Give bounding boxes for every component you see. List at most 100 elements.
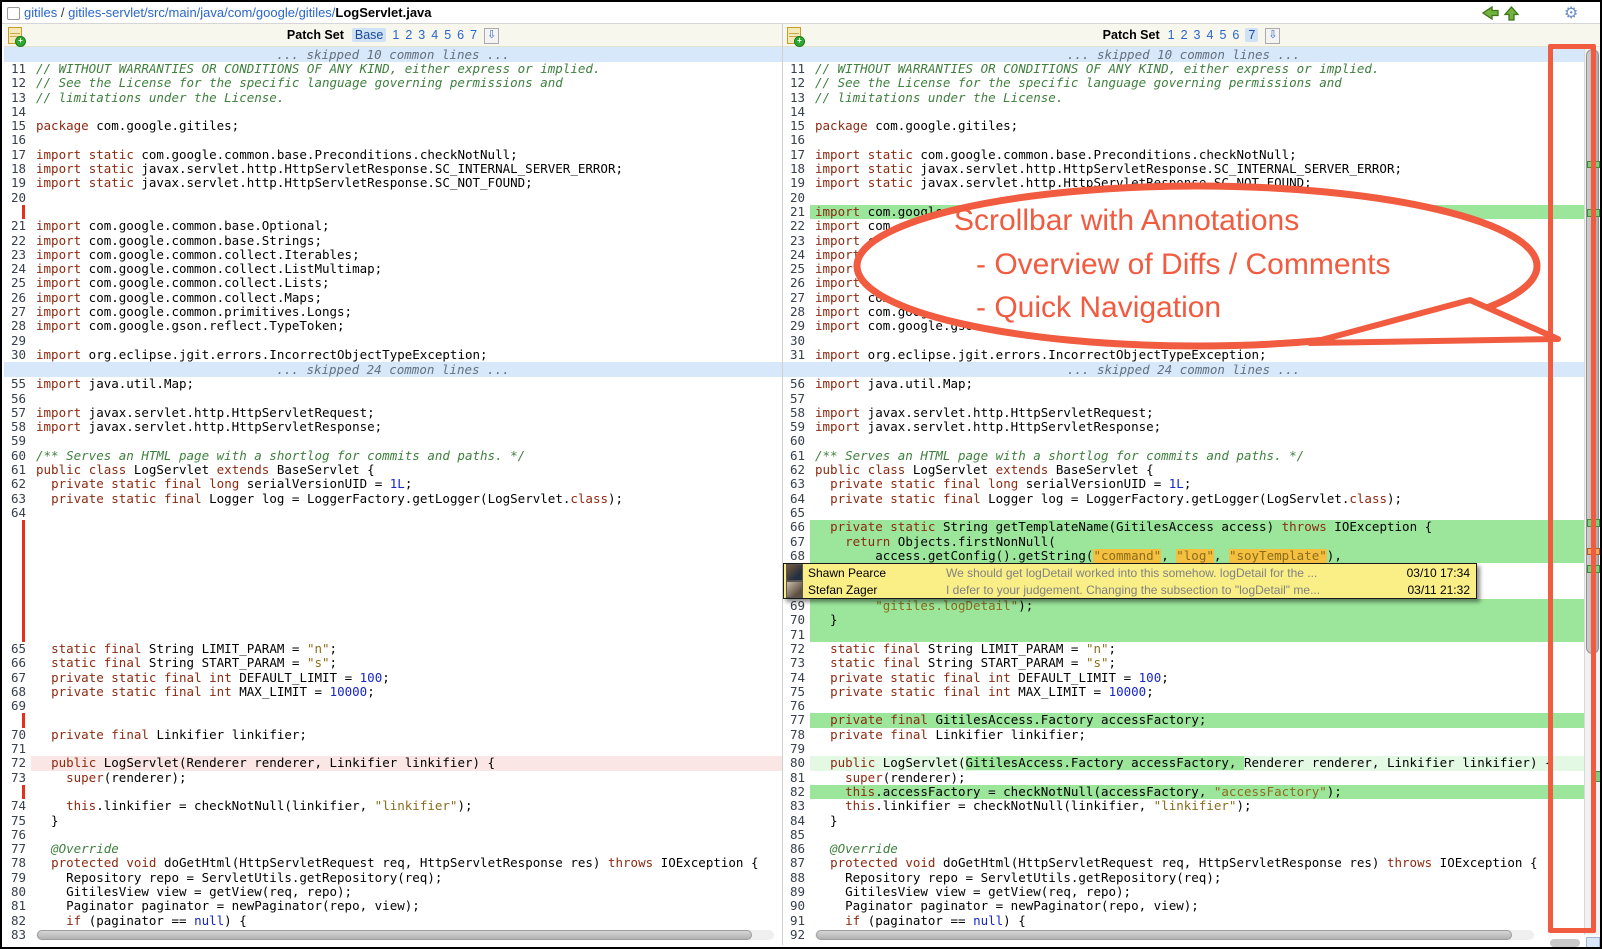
diff-row: 1414 bbox=[4, 105, 1600, 119]
right-cell: 90 Paginator paginator = newPaginator(re… bbox=[783, 899, 1584, 913]
comment-mark[interactable] bbox=[1587, 548, 1600, 555]
right-cell: 87 protected void doGetHtml(HttpServletR… bbox=[783, 856, 1584, 870]
horizontal-scrollbar-thumb[interactable] bbox=[816, 930, 1512, 940]
diff-mark[interactable] bbox=[1587, 519, 1600, 527]
patchset-right-option-6[interactable]: 6 bbox=[1232, 28, 1239, 42]
prev-file-arrow-icon[interactable] bbox=[1481, 5, 1500, 21]
right-cell: 84 } bbox=[783, 814, 1584, 828]
download-patch-icon[interactable]: ⇩ bbox=[484, 28, 499, 44]
left-cell: 65 static final String LIMIT_PARAM = "n"… bbox=[4, 642, 782, 656]
horizontal-scrollbar-fragment[interactable] bbox=[1550, 939, 1580, 947]
patchset-left-option-4[interactable]: 4 bbox=[431, 28, 438, 42]
diff-mark[interactable] bbox=[1587, 209, 1600, 217]
code-line: private static String getTemplateName(Gi… bbox=[810, 520, 1584, 534]
patchset-left-option-3[interactable]: 3 bbox=[418, 28, 425, 42]
line-number: 20 bbox=[4, 191, 31, 205]
patchset-left-option-6[interactable]: 6 bbox=[457, 28, 464, 42]
left-cell: 71 bbox=[4, 742, 782, 756]
skipped-lines-banner[interactable]: ... skipped 24 common lines ... bbox=[4, 362, 782, 377]
right-cell: 26import com.google.common.collect.Lists… bbox=[783, 276, 1584, 290]
diff-row: 5960 bbox=[4, 434, 1600, 448]
file-add-icon[interactable]: + bbox=[787, 27, 801, 44]
diff-row: 22import com.google.common.base.Strings;… bbox=[4, 234, 1600, 248]
patchset-left-option-1[interactable]: 1 bbox=[392, 28, 399, 42]
diff-row: 77 private final GitilesAccess.Factory a… bbox=[4, 713, 1600, 727]
code-line bbox=[31, 133, 782, 147]
right-cell: 66 private static String getTemplateName… bbox=[783, 520, 1584, 534]
line-number: 25 bbox=[4, 276, 31, 290]
diff-row: 28import com.google.gson.reflect.TypeTok… bbox=[4, 319, 1600, 333]
breadcrumb-path-link[interactable]: gitiles-servlet/src/main/java/com/google… bbox=[68, 5, 335, 20]
horizontal-scrollbar-thumb[interactable] bbox=[37, 930, 752, 940]
diff-row: 7685 bbox=[4, 828, 1600, 842]
settings-gear-icon[interactable]: ⚙ bbox=[1564, 3, 1578, 23]
breadcrumb-project-link[interactable]: gitiles bbox=[24, 5, 57, 20]
file-add-icon[interactable]: + bbox=[8, 27, 22, 44]
line-number: 58 bbox=[783, 406, 810, 420]
comment-timestamp: 03/11 21:32 bbox=[1390, 583, 1476, 597]
insertion-marker bbox=[22, 713, 25, 727]
code-line bbox=[31, 434, 782, 448]
patchset-right-option-1[interactable]: 1 bbox=[1168, 28, 1175, 42]
horizontal-scrollbar-track[interactable] bbox=[36, 930, 774, 940]
code-line: package com.google.gitiles; bbox=[31, 119, 782, 133]
avatar bbox=[786, 581, 803, 598]
left-cell: 21import com.google.common.base.Optional… bbox=[4, 219, 782, 233]
up-to-change-arrow-icon[interactable] bbox=[1503, 5, 1520, 22]
left-cell bbox=[4, 628, 782, 642]
line-number: 15 bbox=[783, 119, 810, 133]
inline-comment[interactable]: Shawn PearceWe should get logDetail work… bbox=[784, 564, 1476, 581]
diff-row: 82 this.accessFactory = checkNotNull(acc… bbox=[4, 785, 1600, 799]
download-patch-icon[interactable]: ⇩ bbox=[1265, 28, 1280, 44]
left-cell: 24import com.google.common.collect.ListM… bbox=[4, 262, 782, 276]
vertical-scrollbar-thumb[interactable] bbox=[1586, 49, 1599, 654]
diff-mark[interactable] bbox=[1587, 565, 1600, 573]
diff-row: 65 static final String LIMIT_PARAM = "n"… bbox=[4, 642, 1600, 656]
patchset-left-label: Patch Set bbox=[287, 28, 344, 42]
diff-mark[interactable] bbox=[1587, 161, 1600, 168]
line-number: 90 bbox=[783, 899, 810, 913]
patchset-left-option-base[interactable]: Base bbox=[352, 28, 387, 42]
right-cell: 68 access.getConfig().getString("command… bbox=[783, 549, 1584, 563]
line-number: 30 bbox=[783, 334, 810, 348]
diff-row: 12// See the License for the specific la… bbox=[4, 76, 1600, 90]
right-cell: 56import java.util.Map; bbox=[783, 377, 1584, 391]
skipped-lines-banner[interactable]: ... skipped 10 common lines ... bbox=[783, 47, 1584, 62]
diff-row: 75 }84 } bbox=[4, 814, 1600, 828]
left-cell: 16 bbox=[4, 133, 782, 147]
file-checkbox[interactable] bbox=[7, 7, 20, 20]
code-line: import com.google.common.collect.Lists; bbox=[31, 276, 782, 290]
line-number: 22 bbox=[4, 234, 31, 248]
line-number: 77 bbox=[4, 842, 31, 856]
diff-row: 80 GitilesView view = getView(req, repo)… bbox=[4, 885, 1600, 899]
patchset-right-option-2[interactable]: 2 bbox=[1181, 28, 1188, 42]
patchset-right-option-4[interactable]: 4 bbox=[1207, 28, 1214, 42]
code-line: } bbox=[31, 814, 782, 828]
patchset-right-option-7[interactable]: 7 bbox=[1245, 28, 1258, 42]
code-line bbox=[31, 785, 782, 799]
code-line: GitilesView view = getView(req, repo); bbox=[31, 885, 782, 899]
skipped-lines-banner[interactable]: ... skipped 10 common lines ... bbox=[4, 47, 782, 62]
line-number: 69 bbox=[4, 699, 31, 713]
code-line: import javax.servlet.http.HttpServletReq… bbox=[810, 406, 1584, 420]
inline-comment[interactable]: Stefan ZagerI defer to your judgement. C… bbox=[784, 581, 1476, 598]
line-number: 69 bbox=[783, 599, 810, 613]
diff-row: 30import org.eclipse.jgit.errors.Incorre… bbox=[4, 348, 1600, 362]
diff-mark[interactable] bbox=[1592, 771, 1601, 782]
diff-row: 24import com.google.common.collect.ListM… bbox=[4, 262, 1600, 276]
left-cell: 28import com.google.gson.reflect.TypeTok… bbox=[4, 319, 782, 333]
horizontal-scrollbar-track[interactable] bbox=[815, 930, 1534, 940]
right-cell: 83 this.linkifier = checkNotNull(linkifi… bbox=[783, 799, 1584, 813]
right-cell: 85 bbox=[783, 828, 1584, 842]
patchset-right-option-3[interactable]: 3 bbox=[1194, 28, 1201, 42]
patchset-left-option-5[interactable]: 5 bbox=[444, 28, 451, 42]
skipped-lines-banner[interactable]: ... skipped 24 common lines ... bbox=[783, 362, 1584, 377]
diff-row: 69 "gitiles.logDetail"); bbox=[4, 599, 1600, 613]
patchset-left-option-7[interactable]: 7 bbox=[470, 28, 477, 42]
inline-comment-box[interactable]: Shawn PearceWe should get logDetail work… bbox=[783, 563, 1477, 599]
left-patchset-header: + Patch Set Base 1234567 ⇩ bbox=[4, 24, 782, 47]
patchset-left-option-2[interactable]: 2 bbox=[405, 28, 412, 42]
code-line: import com.google.common.base.Optional; bbox=[31, 219, 782, 233]
scrollbar-corner bbox=[1586, 937, 1600, 948]
patchset-right-option-5[interactable]: 5 bbox=[1219, 28, 1226, 42]
